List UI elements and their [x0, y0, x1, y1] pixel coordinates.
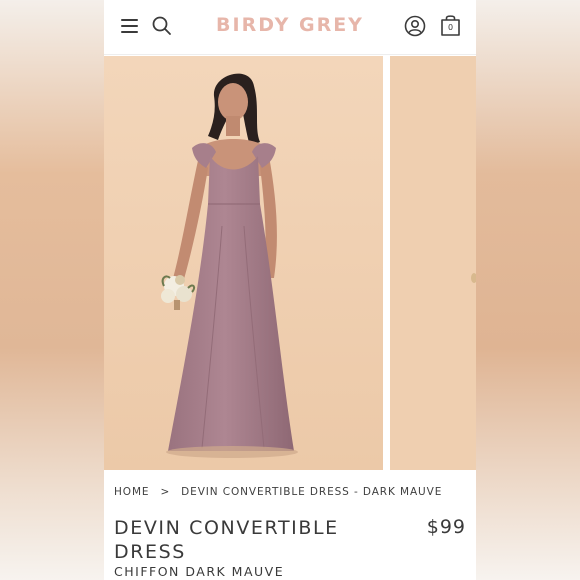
product-details: HOME > DEVIN CONVERTIBLE DRESS - DARK MAUV… [104, 470, 476, 580]
background-blur-right [476, 0, 580, 580]
background-blur-left [0, 0, 104, 580]
product-image-main[interactable] [104, 56, 383, 470]
breadcrumb-home-link[interactable]: HOME [114, 486, 149, 498]
product-image-carousel[interactable] [104, 56, 476, 470]
breadcrumb-separator: > [160, 486, 171, 498]
product-image-next[interactable] [390, 56, 476, 470]
product-title: DEVIN CONVERTIBLE DRESS [114, 517, 339, 563]
account-icon[interactable] [404, 15, 426, 42]
product-price: $99 [426, 516, 466, 538]
breadcrumb-current: DEVIN CONVERTIBLE DRESS - DARK MAUVE [181, 486, 443, 498]
bag-count-badge: 0 [447, 23, 454, 32]
product-subtitle: CHIFFON DARK MAUVE [114, 564, 285, 579]
site-header: BIRDY GREY 0 [104, 0, 476, 55]
product-page: BIRDY GREY 0 HOME > DEVIN CONVERTIBLE DR… [104, 0, 476, 580]
breadcrumb: HOME > DEVIN CONVERTIBLE DRESS - DARK MAUV… [114, 486, 442, 498]
shopping-bag-icon[interactable]: 0 [440, 13, 461, 42]
